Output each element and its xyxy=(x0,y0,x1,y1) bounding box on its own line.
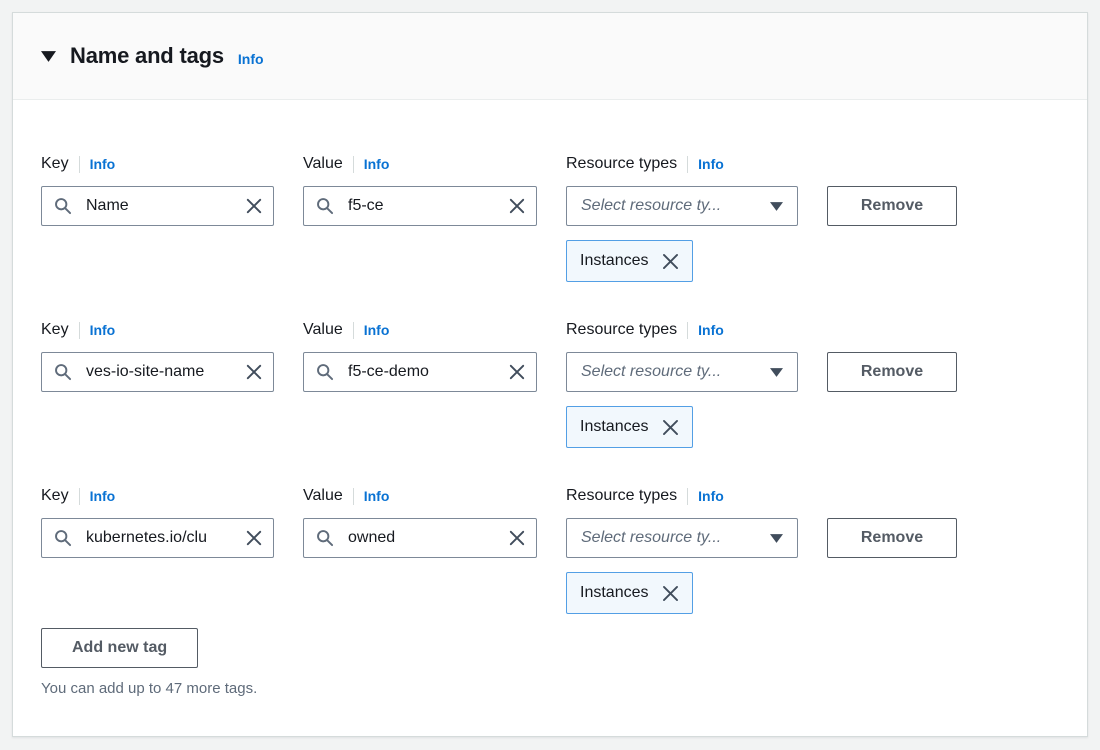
value-field-label: Value Info xyxy=(303,154,537,174)
panel-info-link[interactable]: Info xyxy=(238,51,264,67)
panel-title: Name and tags xyxy=(70,43,224,69)
resource-token: Instances xyxy=(566,240,693,282)
chevron-down-icon xyxy=(770,534,783,543)
tag-row: Key Info Value In xyxy=(41,486,1059,614)
value-field: Value Info xyxy=(303,486,537,558)
resource-types-field: Resource types Info Select resource ty..… xyxy=(566,320,798,448)
key-label: Key xyxy=(41,155,69,173)
clear-value-icon[interactable] xyxy=(504,360,530,384)
chevron-down-icon xyxy=(770,368,783,377)
resource-types-info-link[interactable]: Info xyxy=(698,156,724,172)
value-input[interactable] xyxy=(303,518,537,558)
resource-types-field-label: Resource types Info xyxy=(566,154,798,174)
add-new-tag-button[interactable]: Add new tag xyxy=(41,628,198,668)
label-divider xyxy=(353,156,354,173)
label-divider xyxy=(687,322,688,339)
value-label: Value xyxy=(303,321,343,339)
value-info-link[interactable]: Info xyxy=(364,488,390,504)
value-label: Value xyxy=(303,487,343,505)
tags-remaining-note: You can add up to 47 more tags. xyxy=(41,680,1059,697)
remove-tag-button[interactable]: Remove xyxy=(827,352,957,392)
value-field-label: Value Info xyxy=(303,486,537,506)
label-divider xyxy=(687,156,688,173)
value-input-box xyxy=(303,518,537,558)
key-input[interactable] xyxy=(41,186,274,226)
clear-key-icon[interactable] xyxy=(241,526,267,550)
key-input-box xyxy=(41,352,274,392)
select-placeholder: Select resource ty... xyxy=(581,197,721,215)
chevron-down-icon xyxy=(770,202,783,211)
value-input[interactable] xyxy=(303,352,537,392)
resource-types-select[interactable]: Select resource ty... xyxy=(566,352,798,392)
token-dismiss-icon[interactable] xyxy=(658,415,682,439)
key-field: Key Info xyxy=(41,320,274,392)
label-divider xyxy=(353,322,354,339)
value-field: Value Info xyxy=(303,154,537,226)
select-placeholder: Select resource ty... xyxy=(581,363,721,381)
resource-types-label: Resource types xyxy=(566,487,677,505)
name-and-tags-panel: Name and tags Info Key Info xyxy=(12,12,1088,737)
remove-cell: Remove xyxy=(827,154,957,226)
label-divider xyxy=(79,488,80,505)
clear-key-icon[interactable] xyxy=(241,194,267,218)
resource-types-field-label: Resource types Info xyxy=(566,320,798,340)
resource-types-field: Resource types Info Select resource ty..… xyxy=(566,486,798,614)
resource-types-field-label: Resource types Info xyxy=(566,486,798,506)
value-info-link[interactable]: Info xyxy=(364,322,390,338)
token-dismiss-icon[interactable] xyxy=(658,249,682,273)
key-field: Key Info xyxy=(41,486,274,558)
collapse-caret-icon[interactable] xyxy=(41,50,57,62)
select-placeholder: Select resource ty... xyxy=(581,529,721,547)
clear-key-icon[interactable] xyxy=(241,360,267,384)
tag-row: Key Info Value In xyxy=(41,154,1059,282)
resource-token-label: Instances xyxy=(580,584,648,602)
key-input[interactable] xyxy=(41,352,274,392)
value-info-link[interactable]: Info xyxy=(364,156,390,172)
remove-tag-button[interactable]: Remove xyxy=(827,518,957,558)
resource-token: Instances xyxy=(566,572,693,614)
key-info-link[interactable]: Info xyxy=(90,156,116,172)
resource-types-label: Resource types xyxy=(566,321,677,339)
tag-row: Key Info Value In xyxy=(41,320,1059,448)
resource-token-label: Instances xyxy=(580,252,648,270)
resource-types-info-link[interactable]: Info xyxy=(698,488,724,504)
value-input-box xyxy=(303,352,537,392)
key-field-label: Key Info xyxy=(41,320,274,340)
key-input-box xyxy=(41,186,274,226)
label-divider xyxy=(79,322,80,339)
key-info-link[interactable]: Info xyxy=(90,322,116,338)
value-field: Value Info xyxy=(303,320,537,392)
resource-token-label: Instances xyxy=(580,418,648,436)
remove-tag-button[interactable]: Remove xyxy=(827,186,957,226)
remove-cell: Remove xyxy=(827,320,957,392)
value-input[interactable] xyxy=(303,186,537,226)
panel-body: Key Info Value In xyxy=(13,100,1087,697)
label-divider xyxy=(687,488,688,505)
resource-types-select[interactable]: Select resource ty... xyxy=(566,518,798,558)
resource-token: Instances xyxy=(566,406,693,448)
value-input-box xyxy=(303,186,537,226)
key-info-link[interactable]: Info xyxy=(90,488,116,504)
resource-types-select[interactable]: Select resource ty... xyxy=(566,186,798,226)
key-field: Key Info xyxy=(41,154,274,226)
key-field-label: Key Info xyxy=(41,486,274,506)
remove-cell: Remove xyxy=(827,486,957,558)
clear-value-icon[interactable] xyxy=(504,526,530,550)
resource-types-field: Resource types Info Select resource ty..… xyxy=(566,154,798,282)
key-input-box xyxy=(41,518,274,558)
panel-header: Name and tags Info xyxy=(13,13,1087,100)
label-divider xyxy=(79,156,80,173)
token-dismiss-icon[interactable] xyxy=(658,581,682,605)
value-field-label: Value Info xyxy=(303,320,537,340)
key-label: Key xyxy=(41,321,69,339)
key-field-label: Key Info xyxy=(41,154,274,174)
resource-types-info-link[interactable]: Info xyxy=(698,322,724,338)
key-input[interactable] xyxy=(41,518,274,558)
value-label: Value xyxy=(303,155,343,173)
label-divider xyxy=(353,488,354,505)
resource-types-label: Resource types xyxy=(566,155,677,173)
key-label: Key xyxy=(41,487,69,505)
clear-value-icon[interactable] xyxy=(504,194,530,218)
